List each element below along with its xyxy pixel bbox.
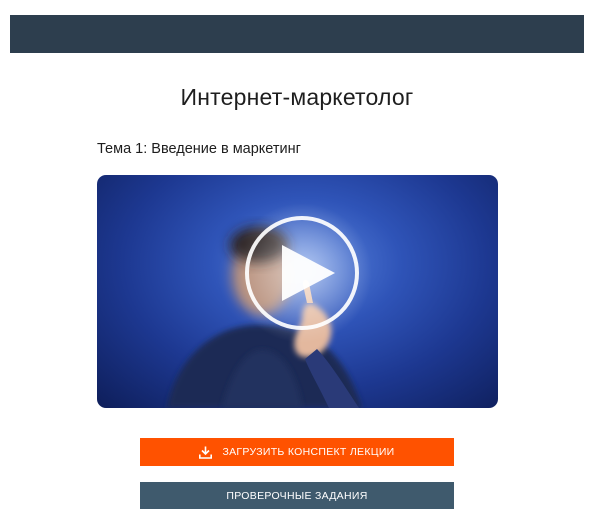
download-icon <box>199 446 213 459</box>
video-thumbnail <box>167 203 372 408</box>
download-button-label: ЗАГРУЗИТЬ КОНСПЕКТ ЛЕКЦИИ <box>222 446 395 458</box>
tasks-button-label: ПРОВЕРОЧНЫЕ ЗАДАНИЯ <box>226 489 368 502</box>
page: Интернет-маркетолог Тема 1: Введение в м… <box>0 0 601 531</box>
quiz-tasks-button[interactable]: ПРОВЕРОЧНЫЕ ЗАДАНИЯ <box>140 482 454 509</box>
lesson-title: Тема 1: Введение в маркетинг <box>97 141 301 157</box>
download-lecture-notes-button[interactable]: ЗАГРУЗИТЬ КОНСПЕКТ ЛЕКЦИИ <box>140 438 454 466</box>
video-player[interactable] <box>97 175 498 408</box>
page-title: Интернет-маркетолог <box>180 84 414 110</box>
top-navigation-bar <box>10 15 584 53</box>
